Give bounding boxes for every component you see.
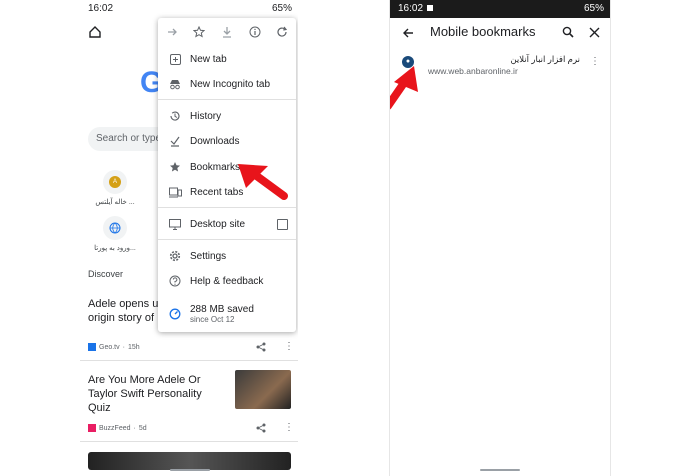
globe-icon xyxy=(103,216,127,240)
tile-label: خاله آیلتس ... xyxy=(95,199,135,206)
menu-item-help[interactable]: Help & feedback xyxy=(158,269,296,293)
refresh-icon[interactable] xyxy=(275,25,289,39)
tile-label: ورود به پورتا... xyxy=(94,245,136,252)
data-saver-icon xyxy=(168,307,182,321)
card-title[interactable]: Are You More Adele Or Taylor Swift Perso… xyxy=(88,373,202,415)
left-phone-screen: 16:02 65% G Search or type A خاله آیلتس … xyxy=(80,0,298,476)
history-icon xyxy=(168,109,182,123)
home-icon[interactable] xyxy=(88,25,102,39)
gesture-handle[interactable] xyxy=(170,469,210,471)
bookmark-url: www.web.anbaronline.ir xyxy=(428,66,518,76)
annotation-arrow-icon xyxy=(390,66,418,110)
gesture-handle[interactable] xyxy=(480,469,520,471)
status-icons: 65% xyxy=(272,3,292,14)
status-bar: 16:02 65% xyxy=(80,0,298,18)
search-icon[interactable] xyxy=(562,26,574,38)
menu-item-settings[interactable]: Settings xyxy=(158,244,296,268)
more-vert-icon[interactable]: ⋮ xyxy=(590,56,600,67)
menu-item-incognito[interactable]: New Incognito tab xyxy=(158,72,296,96)
new-tab-icon xyxy=(168,52,182,66)
close-icon[interactable] xyxy=(589,27,600,38)
divider xyxy=(80,441,298,442)
status-bar: 16:02 65% xyxy=(390,0,610,18)
menu-item-downloads[interactable]: Downloads xyxy=(158,129,296,153)
app-bar: Mobile bookmarks xyxy=(390,18,610,46)
downloads-check-icon xyxy=(168,134,182,148)
info-icon[interactable] xyxy=(248,25,262,39)
devices-icon xyxy=(168,185,182,199)
shortcut-tile[interactable]: A خاله آیلتس ... xyxy=(85,170,145,206)
source-logo-icon xyxy=(88,424,96,432)
status-icons: 65% xyxy=(584,3,604,14)
menu-divider xyxy=(158,207,296,208)
shortcut-tile[interactable]: ورود به پورتا... xyxy=(85,216,145,252)
star-icon xyxy=(168,160,182,174)
menu-item-history[interactable]: History xyxy=(158,104,296,128)
help-icon xyxy=(168,274,182,288)
discover-header: Discover xyxy=(88,269,124,279)
right-phone-screen: 16:02 65% Mobile bookmarks ● نرم افزار ا… xyxy=(389,0,611,476)
card-thumbnail-image[interactable] xyxy=(235,370,291,409)
more-vert-icon[interactable]: ⋮ xyxy=(284,341,294,352)
menu-divider xyxy=(158,99,296,100)
menu-item-desktop-site[interactable]: Desktop site xyxy=(158,212,296,236)
card-meta: BuzzFeed · 5d xyxy=(88,424,147,432)
status-time: 16:02 xyxy=(398,3,434,14)
bookmark-title: نرم افزار انبار آنلاین xyxy=(510,54,580,64)
page-title: Mobile bookmarks xyxy=(430,24,536,39)
share-icon[interactable] xyxy=(256,342,266,352)
download-icon[interactable] xyxy=(220,25,234,39)
bookmark-star-icon[interactable] xyxy=(192,25,206,39)
tile-icon: A xyxy=(103,170,127,194)
source-logo-icon xyxy=(88,343,96,351)
annotation-arrow-icon xyxy=(238,164,288,200)
more-vert-icon[interactable]: ⋮ xyxy=(284,422,294,433)
gear-icon xyxy=(168,249,182,263)
battery-level: 65% xyxy=(583,3,604,14)
menu-item-data-saved[interactable]: 288 MB saved since Oct 12 xyxy=(158,299,296,329)
monitor-icon xyxy=(168,217,182,231)
desktop-site-checkbox[interactable] xyxy=(277,218,288,230)
card-meta: Geo.tv · 15h xyxy=(88,343,140,351)
battery-level: 65% xyxy=(271,3,292,14)
menu-item-new-tab[interactable]: New tab xyxy=(158,47,296,71)
forward-icon[interactable] xyxy=(165,25,179,39)
incognito-icon xyxy=(168,77,182,91)
divider xyxy=(80,360,298,361)
card-thumbnail-image[interactable] xyxy=(88,452,291,470)
menu-divider xyxy=(158,239,296,240)
menu-toolbar xyxy=(158,18,296,46)
card-title[interactable]: Adele opens up origin story of xyxy=(88,297,164,325)
status-time: 16:02 xyxy=(88,3,114,14)
share-icon[interactable] xyxy=(256,423,266,433)
back-arrow-icon[interactable] xyxy=(402,27,414,39)
